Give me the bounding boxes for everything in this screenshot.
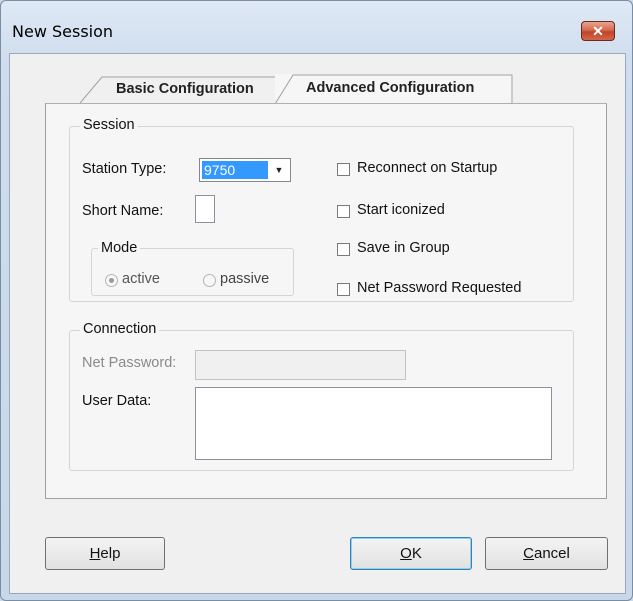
station-type-label: Station Type: [82, 161, 167, 177]
mode-group-label: Mode [98, 240, 141, 256]
radio-dot [109, 278, 114, 283]
save-in-group-checkbox[interactable] [337, 243, 350, 256]
station-type-combobox[interactable]: 9750 ▼ [199, 158, 291, 182]
ok-button[interactable]: OK [350, 537, 472, 570]
tab-label: Advanced Configuration [306, 80, 475, 96]
mode-passive-radio[interactable] [203, 274, 216, 287]
mode-passive-label[interactable]: passive [220, 271, 269, 287]
user-data-label: User Data: [82, 393, 152, 409]
connection-group-label: Connection [80, 321, 160, 337]
short-name-input[interactable] [195, 195, 215, 223]
tab-panel: Session Station Type: 9750 ▼ Short Name:… [45, 103, 607, 499]
help-button[interactable]: Help [45, 537, 165, 570]
station-type-value: 9750 [202, 161, 268, 179]
reconnect-on-startup-checkbox[interactable] [337, 163, 350, 176]
tab-label: Basic Configuration [116, 81, 254, 97]
session-group-label: Session [80, 117, 138, 133]
start-iconized-label[interactable]: Start iconized [357, 202, 445, 218]
mode-active-label[interactable]: active [122, 271, 160, 287]
short-name-label: Short Name: [82, 203, 164, 219]
net-password-input[interactable] [195, 350, 406, 380]
mode-active-radio[interactable] [105, 274, 118, 287]
window-title: New Session [12, 22, 114, 41]
tab-advanced-configuration[interactable]: Advanced Configuration [275, 74, 513, 105]
net-password-requested-checkbox[interactable] [337, 283, 350, 296]
chevron-down-icon[interactable]: ▼ [270, 161, 288, 179]
net-password-label: Net Password: [82, 355, 177, 371]
tab-basic-configuration[interactable]: Basic Configuration [80, 76, 285, 104]
title-bar[interactable]: New Session ✕ [1, 1, 632, 53]
cancel-button[interactable]: Cancel [485, 537, 608, 570]
close-icon: ✕ [592, 23, 604, 39]
reconnect-on-startup-label[interactable]: Reconnect on Startup [357, 160, 497, 176]
save-in-group-label[interactable]: Save in Group [357, 240, 450, 256]
user-data-textarea[interactable] [195, 387, 552, 460]
start-iconized-checkbox[interactable] [337, 205, 350, 218]
close-button[interactable]: ✕ [581, 21, 615, 41]
dialog-client-area: Basic Configuration Advanced Configurati… [9, 53, 626, 594]
dialog-window: New Session ✕ Basic Configuration Advanc… [0, 0, 633, 601]
net-password-requested-label[interactable]: Net Password Requested [357, 280, 521, 296]
